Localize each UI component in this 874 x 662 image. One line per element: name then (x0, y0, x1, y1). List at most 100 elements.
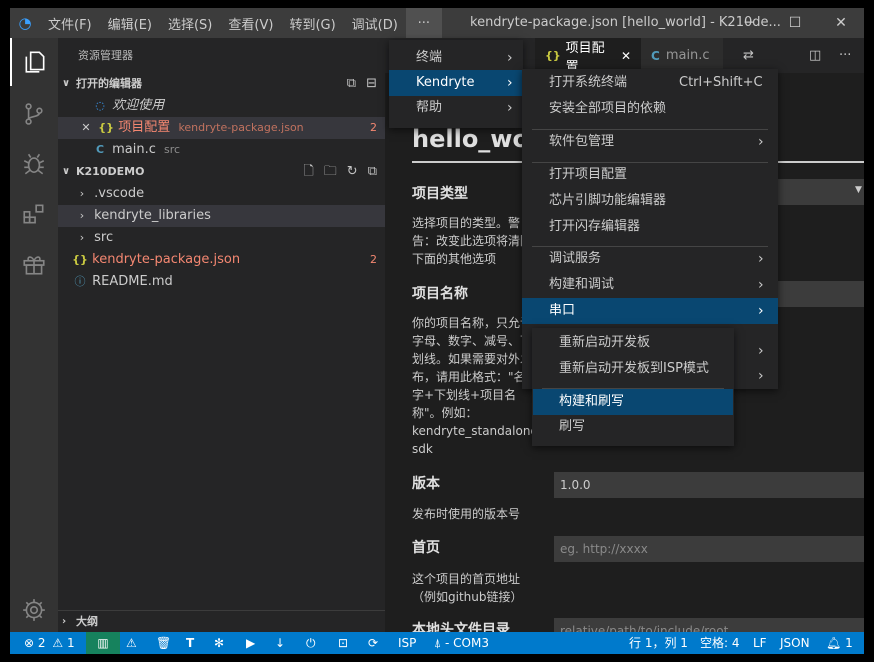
menu-item-kendryte[interactable]: Kendryte › (389, 70, 523, 96)
tab-main-c[interactable]: C main.c (641, 38, 723, 73)
serial-port-status[interactable]: ⍋ - COM3 (434, 632, 489, 654)
gift-icon[interactable] (10, 240, 58, 288)
chevron-right-icon: › (758, 303, 764, 319)
cursor-icon: ⍋ (434, 636, 442, 650)
problems-status[interactable]: ⊗ 2 ⚠ 1 (24, 632, 75, 654)
problem-count-badge: 2 (370, 121, 377, 134)
status-bar: ⊗ 2 ⚠ 1 ▥ ⚠ 🗑 T ✻ ▶ ↓ ⏻ ⊡ ⟳ ISP ⍋ - COM3… (10, 632, 864, 654)
menu-more[interactable]: ··· (405, 8, 442, 38)
field-label-homepage: 首页 (412, 540, 440, 556)
menu-go[interactable]: 转到(G) (281, 8, 343, 38)
warning-icon: ⚠ (52, 636, 64, 650)
text-icon[interactable]: T (186, 632, 194, 654)
open-editor-label: main.c (112, 142, 156, 157)
tab-project-config[interactable]: {} 项目配置 ✕ (535, 38, 641, 75)
menu-item-help[interactable]: 帮助 › (389, 95, 523, 121)
isp-status[interactable]: ISP (398, 632, 416, 654)
menu-item-flash[interactable]: 刷写 (532, 414, 734, 440)
debug-icon[interactable] (10, 140, 58, 188)
explorer-title: 资源管理器 (78, 49, 133, 62)
debug-bug-icon[interactable]: ✻ (214, 632, 224, 654)
save-all-icon[interactable]: ⧉ (347, 73, 356, 95)
tree-item-label: kendryte_libraries (94, 208, 211, 223)
outline-header[interactable]: › 大纲 (58, 610, 385, 632)
compare-changes-icon[interactable]: ⇄ (733, 38, 764, 73)
chevron-down-icon: ∨ (62, 166, 71, 177)
menu-view[interactable]: 查看(V) (220, 8, 281, 38)
close-window-button[interactable]: ✕ (818, 8, 864, 38)
collapse-all-icon[interactable]: ⧉ (368, 161, 377, 183)
minimize-button[interactable]: ─ (726, 8, 772, 38)
trash-icon[interactable]: 🗑 (156, 632, 171, 654)
open-editor-welcome[interactable]: ◌ 欢迎使用 (58, 95, 385, 117)
new-folder-icon[interactable]: 🗀 (324, 161, 337, 183)
tree-item-vscode[interactable]: › .vscode (58, 183, 385, 205)
tree-item-readme[interactable]: ⓘ README.md (58, 271, 385, 293)
tree-item-package-json[interactable]: {} kendryte-package.json 2 (58, 249, 385, 271)
download-arrow-icon[interactable]: ↓ (275, 632, 285, 654)
extensions-icon[interactable] (10, 190, 58, 238)
chevron-down-icon[interactable]: ▼ (855, 185, 862, 195)
menu-item-pin-editor[interactable]: 芯片引脚功能编辑器 (522, 188, 778, 214)
close-icon[interactable]: ✕ (621, 49, 631, 63)
menu-item-open-project-config[interactable]: 打开项目配置 (522, 162, 778, 188)
menu-item-flash-editor[interactable]: 打开闪存编辑器 (522, 214, 778, 240)
menu-selection[interactable]: 选择(S) (160, 8, 220, 38)
bell-icon: 🔔︎ (826, 636, 842, 650)
chevron-right-icon: › (758, 251, 764, 267)
include-dir-input[interactable]: relative/path/to/include/root (554, 618, 864, 632)
menu-edit[interactable]: 编辑(E) (100, 8, 160, 38)
tree-item-label: src (94, 230, 114, 245)
menu-item-build-debug[interactable]: 构建和调试 › (522, 272, 778, 298)
field-desc-homepage: 这个项目的首页地址（例如github链接） (412, 572, 523, 604)
language-mode[interactable]: JSON (780, 632, 810, 654)
open-editor-project-config[interactable]: ✕ {} 项目配置 kendryte-package.json 2 (58, 117, 385, 139)
open-editor-desc: kendryte-package.json (178, 121, 304, 134)
refresh-icon[interactable]: ↻ (347, 161, 358, 183)
json-file-icon: {} (545, 49, 561, 62)
explorer-icon[interactable] (10, 38, 58, 86)
new-file-icon[interactable]: 🗋 (303, 161, 313, 183)
menu-item-restart-board-isp[interactable]: 重新启动开发板到ISP模式 (532, 356, 734, 382)
source-control-icon[interactable] (10, 90, 58, 138)
menu-item-serial-port[interactable]: 串口 › (522, 298, 778, 324)
sync-icon[interactable]: ⟳ (368, 632, 378, 654)
eol-status[interactable]: LF (753, 632, 767, 654)
project-folder-header[interactable]: ∨ K210DEMO 🗋 🗀 ↻ ⧉ (58, 161, 385, 183)
open-editor-label: 欢迎使用 (112, 98, 165, 113)
menu-item-restart-board[interactable]: 重新启动开发板 (532, 330, 734, 356)
open-editors-header[interactable]: ∨ 打开的编辑器 ⧉ ⊟ (58, 73, 385, 95)
plug-icon[interactable]: ⏻ (306, 632, 316, 654)
menu-debug[interactable]: 调试(D) (344, 8, 406, 38)
cursor-position[interactable]: 行 1，列 1 (629, 632, 688, 654)
indentation-status[interactable]: 空格: 4 (700, 632, 740, 654)
menu-item-package-manager[interactable]: 软件包管理 › (522, 129, 778, 155)
menu-item-debug-service[interactable]: 调试服务 › (522, 246, 778, 272)
play-icon[interactable]: ▶ (246, 632, 255, 654)
close-icon[interactable]: ✕ (78, 117, 94, 139)
menu-file[interactable]: 文件(F) (40, 8, 100, 38)
homepage-input[interactable]: eg. http://xxxx (554, 536, 864, 562)
shortcut-label: Ctrl+Shift+C (679, 75, 763, 90)
memory-icon[interactable]: ▥ (86, 632, 120, 654)
maximize-button[interactable]: ☐ (772, 8, 818, 38)
menu-item-install-dependencies[interactable]: 安装全部项目的依赖 (522, 96, 778, 122)
alert-icon[interactable]: ⚠ (126, 632, 137, 654)
open-editor-label: 项目配置 (118, 120, 171, 135)
split-editor-icon[interactable]: ◫ (799, 38, 831, 73)
tree-item-label: README.md (92, 274, 173, 289)
notifications-status[interactable]: 🔔︎ 1 (826, 632, 853, 654)
settings-gear-icon[interactable] (10, 586, 58, 634)
close-all-icon[interactable]: ⊟ (366, 73, 377, 95)
menu-item-build-and-flash[interactable]: 构建和刷写 (533, 389, 733, 415)
tree-item-src[interactable]: › src (58, 227, 385, 249)
version-input[interactable]: 1.0.0 (554, 472, 864, 498)
terminal-icon[interactable]: ⊡ (338, 632, 348, 654)
vscode-window: ◔ 文件(F) 编辑(E) 选择(S) 查看(V) 转到(G) 调试(D) ··… (10, 8, 864, 654)
tree-item-libraries[interactable]: › kendryte_libraries (58, 205, 385, 227)
open-editor-main-c[interactable]: C main.c src (58, 139, 385, 161)
chevron-right-icon: › (62, 616, 67, 627)
menu-item-open-system-terminal[interactable]: 打开系统终端 Ctrl+Shift+C (522, 70, 778, 96)
more-actions-icon[interactable]: ··· (829, 38, 861, 73)
menu-item-terminal[interactable]: 终端 › (389, 45, 523, 71)
